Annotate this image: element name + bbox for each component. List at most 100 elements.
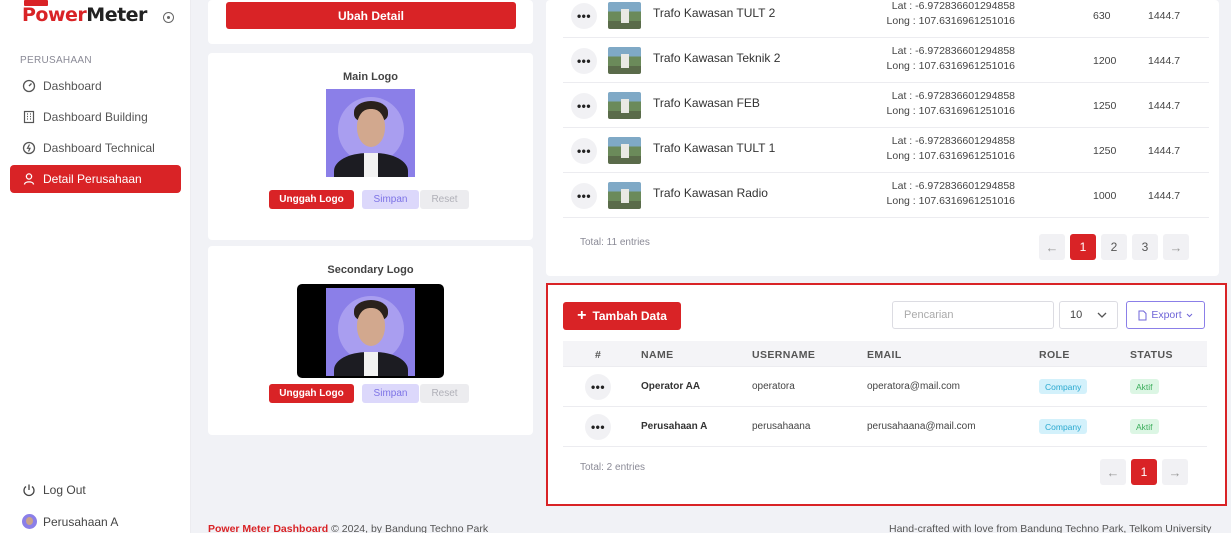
table-row: ••• Trafo Kawasan TULT 2 Lat : -6.972836… [563, 0, 1209, 38]
unggah-logo-button[interactable]: Unggah Logo [269, 190, 354, 209]
column-header-index: # [595, 349, 602, 361]
unggah-logo-button[interactable]: Unggah Logo [269, 384, 354, 403]
page-button-3[interactable]: 3 [1132, 234, 1158, 260]
main-logo-image [326, 89, 415, 177]
prev-page-button[interactable]: ← [1039, 234, 1065, 260]
ubah-detail-button[interactable]: Ubah Detail [226, 2, 516, 29]
user-name: Operator AA [641, 381, 701, 392]
sidebar-item-label: Dashboard Technical [43, 141, 155, 155]
trafo-name: Trafo Kawasan FEB [653, 96, 760, 110]
main-logo-actions: Unggah Logo Simpan Reset [269, 190, 469, 209]
avatar [22, 514, 37, 529]
brand-logo[interactable]: PowerMeter [22, 0, 147, 26]
sidebar-item-label: Dashboard [43, 79, 102, 93]
footer-credits: Hand-crafted with love from Bandung Tech… [889, 523, 1212, 533]
trafo-capacity: 1200 [1093, 55, 1117, 67]
brand-mark [24, 0, 48, 6]
status-badge: Aktif [1130, 419, 1159, 434]
table-row: ••• Trafo Kawasan TULT 1 Lat : -6.972836… [563, 128, 1209, 173]
sidebar-item-dashboard-technical[interactable]: Dashboard Technical [10, 134, 181, 162]
sidebar-section-label: PERUSAHAAN [20, 55, 92, 66]
next-page-button[interactable]: → [1163, 234, 1189, 260]
sidebar-item-dashboard-building[interactable]: Dashboard Building [10, 103, 181, 131]
sidebar-item-label: Detail Perusahaan [43, 172, 142, 186]
column-header-name: NAME [641, 349, 674, 361]
more-actions-button[interactable]: ••• [585, 374, 611, 400]
footer-copyright: Power Meter Dashboard © 2024, by Bandung… [208, 523, 489, 533]
trafo-name: Trafo Kawasan TULT 2 [653, 6, 776, 20]
trafo-value: 1444.7 [1148, 10, 1181, 22]
table-row: ••• Perusahaan A perusahaana perusahaana… [563, 407, 1207, 447]
reset-button[interactable]: Reset [420, 190, 469, 209]
more-actions-button[interactable]: ••• [571, 183, 597, 209]
more-actions-button[interactable]: ••• [585, 414, 611, 440]
trafo-name: Trafo Kawasan Teknik 2 [653, 51, 781, 65]
secondary-logo-actions: Unggah Logo Simpan Reset [269, 384, 469, 403]
trafo-value: 1444.7 [1148, 190, 1181, 202]
sidebar-nav: Dashboard Dashboard Building Dashboard T… [10, 72, 181, 196]
table-row: ••• Operator AA operatora operatora@mail… [563, 367, 1207, 407]
trafo-capacity: 1250 [1093, 100, 1117, 112]
main-logo-title: Main Logo [343, 71, 398, 83]
sidebar-item-detail-perusahaan[interactable]: Detail Perusahaan [10, 165, 181, 193]
simpan-button[interactable]: Simpan [362, 384, 419, 403]
trafo-thumbnail [608, 137, 641, 164]
more-actions-button[interactable]: ••• [571, 48, 597, 74]
gauge-icon [22, 79, 36, 93]
trafo-value: 1444.7 [1148, 55, 1181, 67]
user-icon [23, 173, 35, 185]
sidebar-toggle-icon[interactable] [163, 12, 174, 23]
page-button-1[interactable]: 1 [1131, 459, 1157, 485]
table-row: ••• Trafo Kawasan FEB Lat : -6.972836601… [563, 83, 1209, 128]
footer-brand[interactable]: Power Meter Dashboard [208, 523, 328, 533]
per-page-select[interactable]: 10 [1059, 301, 1118, 329]
more-actions-button[interactable]: ••• [571, 138, 597, 164]
export-button[interactable]: Export [1126, 301, 1205, 329]
export-label: Export [1151, 309, 1182, 321]
sidebar-item-label: Dashboard Building [43, 110, 148, 124]
search-input[interactable] [892, 301, 1054, 329]
role-badge: Company [1039, 419, 1088, 434]
trafo-table-card: ••• Trafo Kawasan TULT 2 Lat : -6.972836… [546, 0, 1219, 276]
trafo-capacity: 630 [1093, 10, 1111, 22]
logout-button[interactable]: Log Out [22, 483, 86, 497]
user-total-entries: Total: 2 entries [580, 462, 646, 473]
column-header-username: USERNAME [752, 349, 816, 361]
column-header-email: EMAIL [867, 349, 902, 361]
trafo-thumbnail [608, 182, 641, 209]
trafo-coordinates: Lat : -6.972836601294858 Long : 107.63169… [886, 180, 1015, 207]
reset-button[interactable]: Reset [420, 384, 469, 403]
trafo-name: Trafo Kawasan Radio [653, 186, 768, 200]
user-email: perusahaana@mail.com [867, 421, 976, 432]
trafo-thumbnail [608, 2, 641, 29]
power-icon [23, 484, 35, 497]
table-row: ••• Trafo Kawasan Teknik 2 Lat : -6.9728… [563, 38, 1209, 83]
trafo-thumbnail [608, 47, 641, 74]
secondary-logo-image [326, 288, 415, 376]
user-username: perusahaana [752, 421, 811, 432]
table-row: ••• Trafo Kawasan Radio Lat : -6.9728366… [563, 173, 1209, 218]
chevron-down-icon [1097, 312, 1107, 318]
sidebar-item-dashboard[interactable]: Dashboard [10, 72, 181, 100]
tambah-data-button[interactable]: + Tambah Data [563, 302, 681, 330]
trafo-coordinates: Lat : -6.972836601294858 Long : 107.63169… [886, 0, 1015, 27]
user-profile[interactable]: Perusahaan A [22, 514, 118, 529]
trafo-capacity: 1250 [1093, 145, 1117, 157]
user-pagination: ← 1 → [1100, 459, 1188, 485]
user-email: operatora@mail.com [867, 381, 960, 392]
table-header: # NAME USERNAME EMAIL ROLE STATUS [563, 341, 1207, 367]
prev-page-button[interactable]: ← [1100, 459, 1126, 485]
secondary-logo-card: Secondary Logo Unggah Logo Simpan Reset [208, 246, 533, 435]
status-badge: Aktif [1130, 379, 1159, 394]
trafo-capacity: 1000 [1093, 190, 1117, 202]
simpan-button[interactable]: Simpan [362, 190, 419, 209]
user-name: Perusahaan A [641, 421, 708, 432]
user-username: operatora [752, 381, 795, 392]
file-icon [1138, 310, 1147, 320]
page-button-1[interactable]: 1 [1070, 234, 1096, 260]
trafo-value: 1444.7 [1148, 100, 1181, 112]
next-page-button[interactable]: → [1162, 459, 1188, 485]
more-actions-button[interactable]: ••• [571, 3, 597, 29]
more-actions-button[interactable]: ••• [571, 93, 597, 119]
page-button-2[interactable]: 2 [1101, 234, 1127, 260]
